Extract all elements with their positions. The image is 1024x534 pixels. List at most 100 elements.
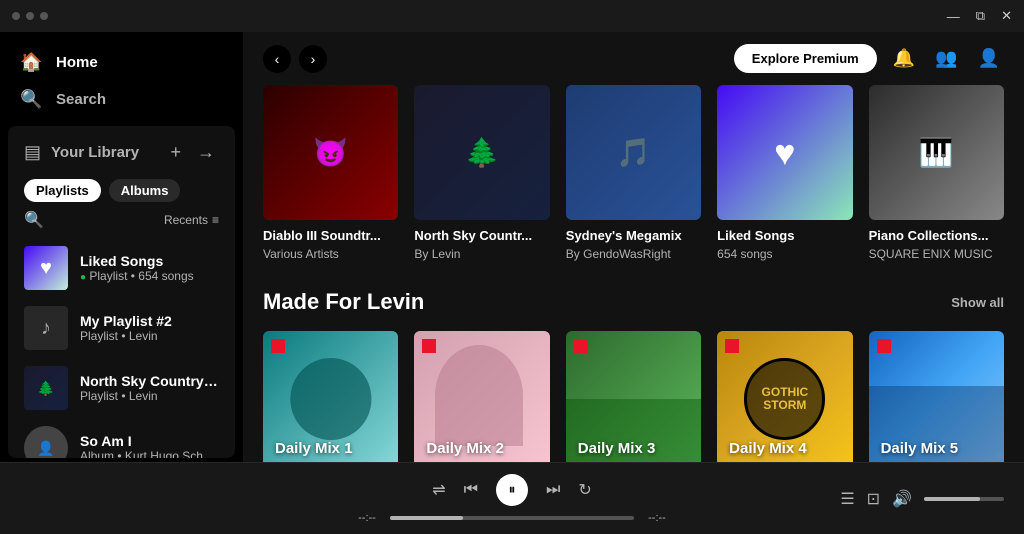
- progress-bar-wrap: --:-- --:--: [352, 512, 672, 524]
- so-am-i-info: So Am I Album • Kurt Hugo Schneider: [80, 433, 219, 458]
- made-for-section-header: Made For Levin Show all: [263, 289, 1004, 315]
- close-button[interactable]: ✕: [1001, 8, 1012, 24]
- recent-card-diablo[interactable]: 😈 Diablo III Soundtr... Various Artists: [263, 85, 398, 261]
- volume-bar[interactable]: [924, 497, 1004, 501]
- library-recents[interactable]: Recents ≡: [164, 213, 219, 227]
- recent-card-north-sky-album[interactable]: 🌲 North Sky Countr... By Levin: [414, 85, 549, 261]
- spotify-badge: [877, 339, 891, 353]
- sidebar-item-home[interactable]: 🏠 Home: [16, 44, 227, 81]
- recent-card-piano-collections[interactable]: 🎹 Piano Collections... SQUARE ENIX MUSIC: [869, 85, 1004, 261]
- playlist2-name: My Playlist #2: [80, 313, 219, 329]
- northsky-name: North Sky Country (In-Game): [80, 373, 219, 389]
- library-icon: ▤: [24, 142, 41, 163]
- minimize-button[interactable]: —: [947, 8, 960, 24]
- daily-mix-card-2[interactable]: Daily Mix 2 Daily Mix 2 ROZEN, Nobuo Uem…: [414, 331, 549, 462]
- daily-mix-card-4[interactable]: GOTHICSTORM Daily Mix 4 Daily Mix 4 Goth…: [717, 331, 852, 462]
- recent-card-sydneys-megamix[interactable]: 🎵 Sydney's Megamix By GendoWasRight: [566, 85, 701, 261]
- library-item-liked-songs[interactable]: ♥ Liked Songs ● Playlist • 654 songs: [16, 238, 227, 298]
- library-item-so-am-i[interactable]: 👤 So Am I Album • Kurt Hugo Schneider: [16, 418, 227, 458]
- search-icon: 🔍: [20, 89, 42, 110]
- sidebar-nav: 🏠 Home 🔍 Search: [0, 32, 243, 122]
- volume-fill: [924, 497, 980, 501]
- titlebar-dots: [12, 12, 48, 20]
- titlebar-dot-1: [12, 12, 20, 20]
- playlist2-sub: Playlist • Levin: [80, 329, 219, 343]
- friends-button[interactable]: 👥: [931, 44, 961, 73]
- heart-icon: ♥: [40, 257, 52, 280]
- your-library-panel: ▤ Your Library + → Playlists Albums 🔍 Re…: [8, 126, 235, 458]
- play-pause-button[interactable]: ⏸: [496, 474, 528, 506]
- notifications-button[interactable]: 🔔: [889, 44, 919, 73]
- album-thumb: 😈: [263, 85, 398, 220]
- daily-mix-card-1[interactable]: Daily Mix 1 Daily Mix 1 Josh Whelchel, K…: [263, 331, 398, 462]
- sidebar-search-label: Search: [56, 91, 106, 108]
- content-header: ‹ › Explore Premium 🔔 👥 👤: [243, 32, 1024, 85]
- explore-premium-button[interactable]: Explore Premium: [734, 44, 877, 73]
- daily-mix-thumb: Daily Mix 2: [414, 331, 549, 462]
- time-current: --:--: [352, 512, 382, 524]
- recent-items-row: 😈 Diablo III Soundtr... Various Artists …: [263, 85, 1004, 261]
- playlist2-thumb: ♪: [24, 306, 68, 350]
- album-title: Diablo III Soundtr...: [263, 228, 398, 243]
- heart-icon: ♥: [774, 132, 795, 174]
- liked-songs-info: Liked Songs ● Playlist • 654 songs: [80, 253, 219, 283]
- main-content: ‹ › Explore Premium 🔔 👥 👤 😈 Diablo III S…: [243, 32, 1024, 462]
- daily-mix-label: Daily Mix 5: [881, 440, 959, 457]
- playlist2-info: My Playlist #2 Playlist • Levin: [80, 313, 219, 343]
- daily-mix-card-5[interactable]: Daily Mix 5 Daily Mix 5 Darren Korb, Chr…: [869, 331, 1004, 462]
- album-thumb: 🎹: [869, 85, 1004, 220]
- liked-songs-thumb: ♥: [24, 246, 68, 290]
- sidebar-item-search[interactable]: 🔍 Search: [16, 81, 227, 118]
- spotify-badge: [271, 339, 285, 353]
- daily-mix-row: Daily Mix 1 Daily Mix 1 Josh Whelchel, K…: [263, 331, 1004, 462]
- spotify-badge: [574, 339, 588, 353]
- so-am-i-name: So Am I: [80, 433, 219, 449]
- add-library-button[interactable]: +: [166, 138, 185, 167]
- content-scroll[interactable]: 😈 Diablo III Soundtr... Various Artists …: [243, 85, 1024, 462]
- maximize-button[interactable]: ⧉: [976, 8, 985, 24]
- forward-button[interactable]: ›: [299, 45, 327, 73]
- sidebar: 🏠 Home 🔍 Search ▤ Your Library + → P: [0, 32, 243, 462]
- music-icon: ♪: [41, 317, 51, 340]
- main-layout: 🏠 Home 🔍 Search ▤ Your Library + → P: [0, 32, 1024, 462]
- liked-songs-name: Liked Songs: [80, 253, 219, 269]
- spotify-badge: [422, 339, 436, 353]
- album-sub: By Levin: [414, 247, 549, 261]
- shuffle-button[interactable]: ⇌: [432, 480, 445, 500]
- daily-mix-card-3[interactable]: Daily Mix 3 Daily Mix 3 Darren Ang, Mich…: [566, 331, 701, 462]
- user-button[interactable]: 👤: [974, 44, 1004, 73]
- player-right: ☰ ⊡ 🔊: [784, 489, 1004, 509]
- devices-button[interactable]: ⊡: [867, 489, 880, 509]
- northsky-info: North Sky Country (In-Game) Playlist • L…: [80, 373, 219, 403]
- daily-mix-thumb: Daily Mix 5: [869, 331, 1004, 462]
- album-title: North Sky Countr...: [414, 228, 549, 243]
- daily-mix-label: Daily Mix 2: [426, 440, 504, 457]
- titlebar-dot-3: [40, 12, 48, 20]
- queue-button[interactable]: ☰: [840, 489, 854, 509]
- library-item-northsky[interactable]: 🌲 North Sky Country (In-Game) Playlist •…: [16, 358, 227, 418]
- filter-albums[interactable]: Albums: [109, 179, 181, 202]
- next-button[interactable]: ⏭: [546, 481, 560, 499]
- library-search-button[interactable]: 🔍: [24, 210, 44, 230]
- daily-mix-label: Daily Mix 3: [578, 440, 656, 457]
- recent-card-liked-songs-card[interactable]: ♥ Liked Songs 654 songs: [717, 85, 852, 261]
- made-for-title: Made For Levin: [263, 289, 424, 315]
- recents-icon: ≡: [212, 213, 219, 227]
- back-button[interactable]: ‹: [263, 45, 291, 73]
- album-thumb: 🌲: [414, 85, 549, 220]
- titlebar: — ⧉ ✕: [0, 0, 1024, 32]
- northsky-sub: Playlist • Levin: [80, 389, 219, 403]
- library-item-playlist2[interactable]: ♪ My Playlist #2 Playlist • Levin: [16, 298, 227, 358]
- expand-library-button[interactable]: →: [193, 138, 219, 167]
- northsky-thumb: 🌲: [24, 366, 68, 410]
- previous-button[interactable]: ⏮: [464, 481, 478, 499]
- volume-button[interactable]: 🔊: [892, 489, 912, 509]
- repeat-button[interactable]: ↻: [578, 480, 591, 500]
- album-sub: By GendoWasRight: [566, 247, 701, 261]
- show-all-button[interactable]: Show all: [951, 295, 1004, 310]
- filter-playlists[interactable]: Playlists: [24, 179, 101, 202]
- library-list: ♥ Liked Songs ● Playlist • 654 songs ♪: [8, 238, 235, 458]
- player-bar: ⇌ ⏮ ⏸ ⏭ ↻ --:-- --:-- ☰ ⊡ 🔊: [0, 462, 1024, 534]
- library-title-row: ▤ Your Library: [24, 142, 139, 163]
- progress-bar[interactable]: [390, 516, 634, 520]
